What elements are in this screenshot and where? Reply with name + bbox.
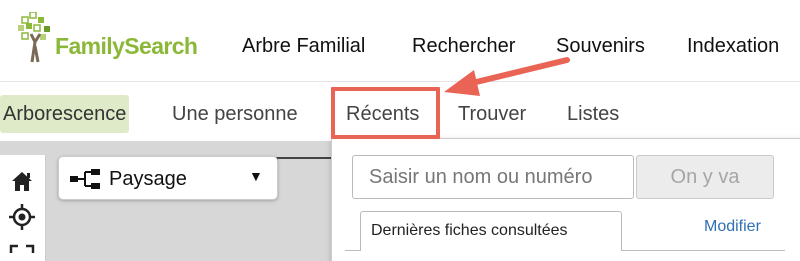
locate-icon[interactable]	[8, 203, 36, 231]
nav-indexation[interactable]: Indexation	[687, 35, 779, 58]
page: FamilySearch Arbre Familial Rechercher S…	[0, 0, 800, 261]
family-tree-logo-icon	[18, 12, 50, 63]
tab-une-personne[interactable]: Une personne	[172, 95, 298, 133]
modify-link[interactable]: Modifier	[704, 218, 761, 236]
person-search-input[interactable]	[352, 155, 634, 199]
landscape-tree-icon	[70, 169, 100, 189]
tab-listes[interactable]: Listes	[567, 95, 619, 133]
tab-recent-records[interactable]: Dernières fiches consultées	[360, 211, 622, 251]
logo-text: FamilySearch	[55, 33, 198, 59]
tree-toolbar	[0, 155, 46, 261]
view-mode-select[interactable]: Paysage ▼	[58, 156, 278, 200]
annotation-highlight-box	[331, 87, 440, 139]
nav-arbre-familial[interactable]: Arbre Familial	[242, 35, 365, 58]
tab-arborescence[interactable]: Arborescence	[0, 95, 130, 133]
top-header: FamilySearch Arbre Familial Rechercher S…	[0, 0, 800, 82]
home-icon[interactable]	[8, 167, 36, 195]
familysearch-logo[interactable]: FamilySearch	[18, 12, 218, 64]
fullscreen-icon[interactable]	[8, 243, 36, 261]
chevron-down-icon: ▼	[249, 168, 263, 184]
annotation-arrow-icon	[444, 57, 570, 96]
view-mode-label: Paysage	[109, 168, 187, 190]
go-button[interactable]: On y va	[636, 155, 774, 199]
tree-connector-line	[276, 157, 336, 159]
